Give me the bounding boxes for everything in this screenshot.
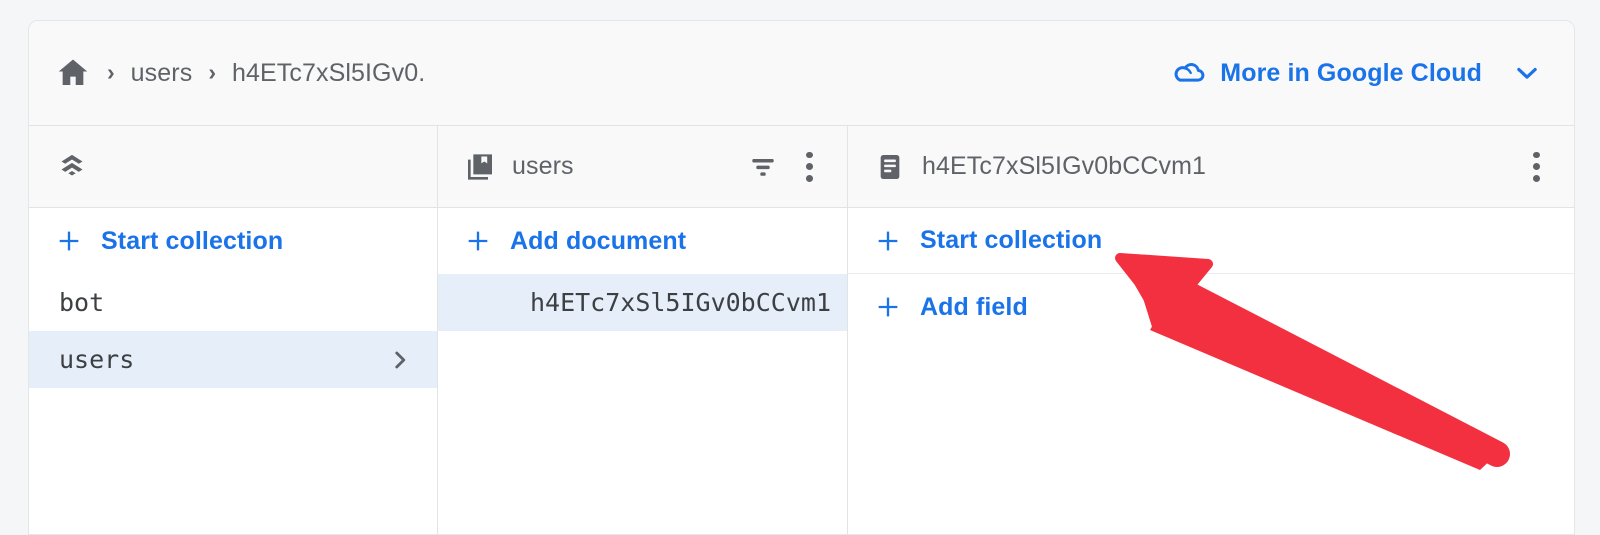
documents-panel-header: users xyxy=(438,126,847,208)
breadcrumb-separator-2: › xyxy=(208,58,216,85)
add-document-label: Add document xyxy=(510,226,687,255)
collection-row-users[interactable]: users xyxy=(29,331,437,388)
breadcrumb-item-users[interactable]: users xyxy=(131,59,193,88)
chevron-down-icon[interactable] xyxy=(1512,58,1542,88)
collection-name: users xyxy=(59,345,135,374)
start-collection-button[interactable]: Start collection xyxy=(848,208,1574,274)
add-field-button[interactable]: Add field xyxy=(848,274,1574,340)
plus-icon xyxy=(874,293,902,321)
collections-panel: Start collection bot users xyxy=(29,126,438,534)
filter-icon[interactable] xyxy=(747,151,779,183)
breadcrumb-item-document[interactable]: h4ETc7xSl5IGv0. xyxy=(232,59,425,88)
collection-name: bot xyxy=(59,288,105,317)
home-icon[interactable] xyxy=(55,55,91,91)
firestore-data-card: › users › h4ETc7xSl5IGv0. More in Google… xyxy=(28,20,1575,535)
more-vert-icon[interactable] xyxy=(1522,151,1550,182)
screenshot-stage: › users › h4ETc7xSl5IGv0. More in Google… xyxy=(0,0,1600,535)
add-field-label: Add field xyxy=(920,292,1028,321)
chevron-right-icon xyxy=(387,347,413,373)
start-collection-button[interactable]: Start collection xyxy=(29,208,437,274)
breadcrumb-bar: › users › h4ETc7xSl5IGv0. More in Google… xyxy=(29,21,1574,126)
start-collection-label: Start collection xyxy=(101,226,284,255)
collection-icon xyxy=(464,151,496,183)
plus-icon xyxy=(874,227,902,255)
cloud-icon xyxy=(1172,56,1206,90)
firestore-database-icon xyxy=(55,150,89,184)
plus-icon xyxy=(55,227,83,255)
document-id: h4ETc7xSl5IGv0bCCvm1 xyxy=(529,288,831,317)
documents-panel-title: users xyxy=(512,152,574,180)
plus-icon xyxy=(464,227,492,255)
documents-panel: users Add document h4ETc7xSl5IGv0bCCvm1 xyxy=(438,126,848,534)
more-in-google-cloud-label: More in Google Cloud xyxy=(1220,58,1482,87)
document-detail-header: h4ETc7xSl5IGv0bCCvm1 xyxy=(848,126,1574,208)
document-detail-panel: h4ETc7xSl5IGv0bCCvm1 Start collection Ad… xyxy=(848,126,1574,534)
more-in-google-cloud-button[interactable]: More in Google Cloud xyxy=(1172,56,1542,90)
collections-panel-header xyxy=(29,126,437,208)
document-detail-body: Start collection Add field xyxy=(848,208,1574,534)
start-collection-label: Start collection xyxy=(920,226,1103,254)
document-icon xyxy=(874,151,906,183)
breadcrumb: › users › h4ETc7xSl5IGv0. xyxy=(55,55,1172,91)
more-vert-icon[interactable] xyxy=(795,151,823,182)
document-detail-title: h4ETc7xSl5IGv0bCCvm1 xyxy=(922,152,1207,180)
documents-panel-body: Add document h4ETc7xSl5IGv0bCCvm1 xyxy=(438,208,847,534)
collection-row-bot[interactable]: bot xyxy=(29,274,437,331)
add-document-button[interactable]: Add document xyxy=(438,208,847,274)
panel-columns: Start collection bot users users Add doc… xyxy=(29,126,1574,534)
document-row[interactable]: h4ETc7xSl5IGv0bCCvm1 xyxy=(438,274,847,331)
breadcrumb-separator-1: › xyxy=(107,58,115,85)
collections-panel-body: Start collection bot users xyxy=(29,208,437,534)
